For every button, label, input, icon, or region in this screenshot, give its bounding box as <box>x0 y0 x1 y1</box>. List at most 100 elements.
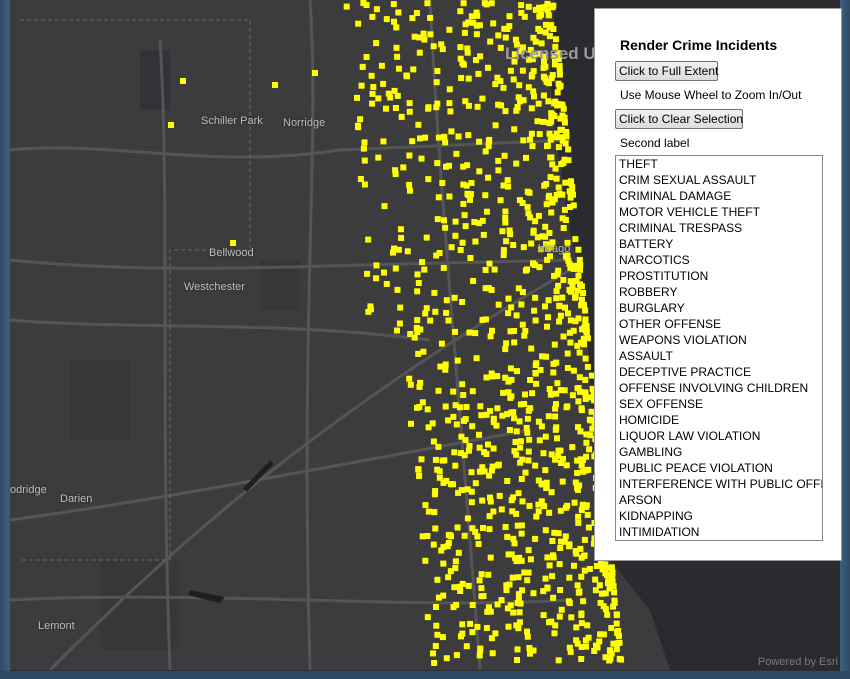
crime-incident-point[interactable] <box>581 536 588 543</box>
crime-incident-point[interactable] <box>584 622 591 629</box>
crime-incident-point[interactable] <box>530 34 537 41</box>
crime-incident-point[interactable] <box>524 188 531 195</box>
crime-incident-point[interactable] <box>576 349 583 356</box>
crime-incident-point[interactable] <box>564 502 571 509</box>
crime-incident-point[interactable] <box>476 577 483 584</box>
crime-incident-point[interactable] <box>570 327 577 334</box>
crime-incident-point[interactable] <box>515 490 522 497</box>
crime-incident-point[interactable] <box>478 412 485 419</box>
crime-incident-point[interactable] <box>458 75 465 81</box>
crime-incident-point[interactable] <box>605 579 611 586</box>
crime-incident-point[interactable] <box>544 143 550 149</box>
crime-incident-point[interactable] <box>525 547 532 554</box>
crime-incident-point[interactable] <box>562 179 569 186</box>
crime-incident-point[interactable] <box>390 249 396 256</box>
crime-incident-point[interactable] <box>533 380 540 387</box>
crime-incident-point[interactable] <box>510 76 517 83</box>
crime-incident-point[interactable] <box>600 603 607 610</box>
crime-incident-point[interactable] <box>520 244 527 251</box>
crime-incident-point[interactable] <box>560 105 567 112</box>
crime-incident-point[interactable] <box>608 650 615 657</box>
crime-incident-point[interactable] <box>539 233 546 240</box>
crime-incident-point[interactable] <box>527 214 534 221</box>
crime-incident-point[interactable] <box>553 134 560 141</box>
crime-incident-point[interactable] <box>479 217 486 224</box>
crime-incident-point[interactable] <box>505 389 512 396</box>
crime-incident-point[interactable] <box>451 449 458 456</box>
crime-incident-point[interactable] <box>397 304 404 311</box>
crime-incident-point[interactable] <box>462 21 469 28</box>
crime-incident-point[interactable] <box>450 413 457 420</box>
crime-incident-point[interactable] <box>528 240 535 247</box>
crime-incident-point[interactable] <box>574 385 581 392</box>
crime-incident-point[interactable] <box>573 278 580 284</box>
crime-incident-point[interactable] <box>578 573 585 580</box>
crime-incident-point[interactable] <box>556 318 563 325</box>
crime-incident-point[interactable] <box>501 152 508 159</box>
crime-incident-point[interactable] <box>451 584 458 591</box>
crime-incident-point[interactable] <box>499 228 506 235</box>
crime-incident-point[interactable] <box>578 612 585 619</box>
crime-incident-point[interactable] <box>440 560 447 567</box>
crime-incident-point[interactable] <box>522 469 529 476</box>
crime-incident-point[interactable] <box>435 134 442 141</box>
crime-incident-point[interactable] <box>540 612 547 619</box>
crime-incident-point[interactable] <box>430 438 437 445</box>
crime-type-list-item[interactable]: CRIMINAL DAMAGE <box>616 188 822 204</box>
crime-incident-point[interactable] <box>545 98 552 105</box>
crime-incident-point[interactable] <box>542 467 549 474</box>
crime-incident-point[interactable] <box>567 287 574 294</box>
crime-incident-point[interactable] <box>417 379 424 386</box>
crime-incident-point[interactable] <box>546 562 553 569</box>
crime-incident-point[interactable] <box>422 134 429 141</box>
crime-incident-point[interactable] <box>580 598 587 605</box>
crime-incident-point[interactable] <box>524 577 531 584</box>
crime-incident-point[interactable] <box>398 113 405 120</box>
crime-incident-point[interactable] <box>514 368 520 375</box>
crime-incident-point[interactable] <box>581 324 588 331</box>
crime-incident-point[interactable] <box>586 446 593 453</box>
crime-incident-point[interactable] <box>584 335 591 342</box>
crime-incident-point[interactable] <box>459 580 466 587</box>
crime-incident-point[interactable] <box>506 13 513 20</box>
crime-incident-point[interactable] <box>566 574 573 581</box>
crime-incident-point[interactable] <box>364 270 371 277</box>
crime-incident-point[interactable] <box>463 404 470 410</box>
crime-incident-point[interactable] <box>571 562 577 569</box>
crime-incident-point[interactable] <box>394 92 401 99</box>
crime-incident-point[interactable] <box>504 533 511 540</box>
crime-incident-point[interactable] <box>392 265 399 272</box>
crime-incident-point[interactable] <box>460 0 467 7</box>
crime-incident-point[interactable] <box>526 645 533 651</box>
crime-incident-point[interactable] <box>398 234 405 241</box>
crime-incident-point[interactable] <box>538 423 545 430</box>
crime-type-list-item[interactable]: ROBBERY <box>616 284 822 300</box>
crime-incident-point[interactable] <box>450 604 457 611</box>
crime-incident-point[interactable] <box>455 133 462 140</box>
crime-incident-point[interactable] <box>607 565 614 572</box>
crime-incident-point[interactable] <box>380 138 387 145</box>
crime-incident-point[interactable] <box>506 227 513 234</box>
crime-incident-point[interactable] <box>582 504 589 510</box>
crime-incident-point[interactable] <box>562 217 569 223</box>
crime-incident-point[interactable] <box>546 386 553 392</box>
crime-incident-point[interactable] <box>474 12 481 19</box>
crime-incident-point[interactable] <box>420 30 427 37</box>
crime-incident-point[interactable] <box>469 388 476 395</box>
crime-incident-point[interactable] <box>392 171 399 177</box>
crime-incident-point[interactable] <box>464 190 471 197</box>
crime-incident-point[interactable] <box>559 294 566 301</box>
crime-incident-point[interactable] <box>486 260 493 267</box>
crime-incident-point[interactable] <box>563 462 570 469</box>
crime-incident-point[interactable] <box>450 388 457 395</box>
crime-incident-point[interactable] <box>543 479 550 486</box>
crime-incident-point[interactable] <box>406 152 413 159</box>
crime-incident-point[interactable] <box>566 188 573 195</box>
crime-incident-point[interactable] <box>553 175 560 182</box>
crime-incident-point[interactable] <box>430 541 437 548</box>
crime-incident-point[interactable] <box>545 297 552 304</box>
crime-incident-point[interactable] <box>536 264 543 271</box>
crime-incident-point[interactable] <box>436 250 443 256</box>
crime-incident-point[interactable] <box>613 611 620 618</box>
crime-incident-point[interactable] <box>497 197 504 204</box>
